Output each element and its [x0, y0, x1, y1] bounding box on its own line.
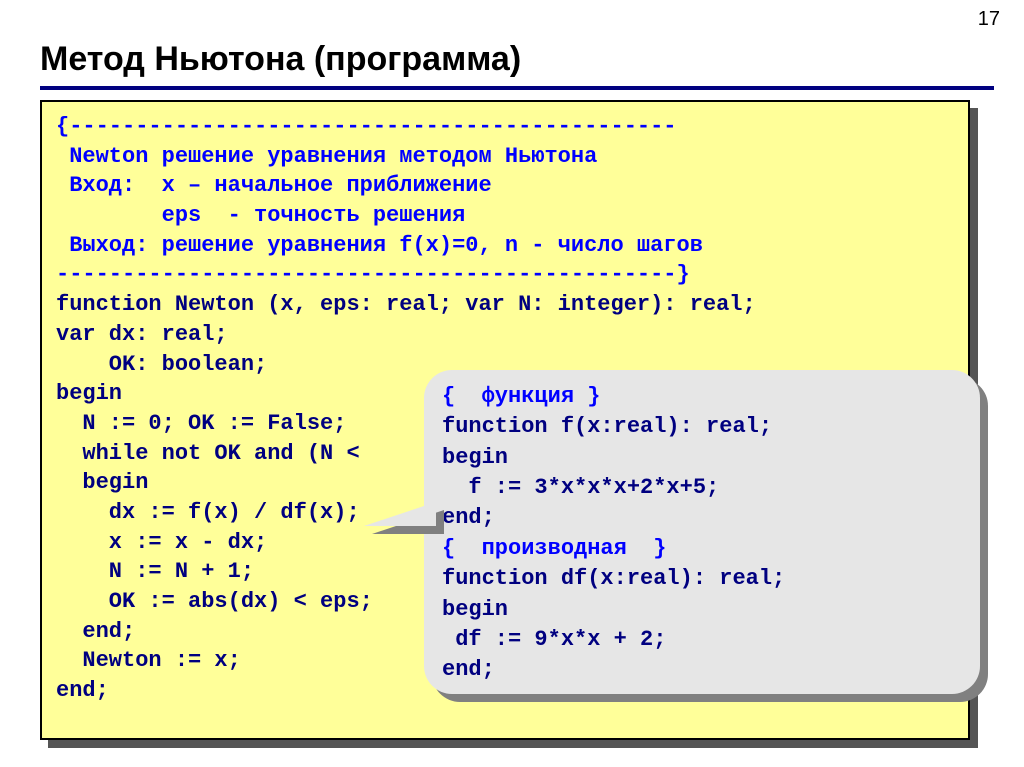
code-line: begin — [56, 470, 148, 495]
callout-line: function df(x:real): real; — [442, 566, 785, 591]
code-line: begin — [56, 381, 122, 406]
code-line: x := x - dx; — [56, 530, 267, 555]
code-line: OK: boolean; — [56, 352, 267, 377]
code-line: Выход: решение уравнения f(x)=0, n - чис… — [56, 233, 703, 258]
code-line: Newton решение уравнения методом Ньютона — [56, 144, 597, 169]
callout-line: function f(x:real): real; — [442, 414, 772, 439]
code-line: var dx: real; — [56, 322, 228, 347]
code-line: while not OK and (N < — [56, 441, 360, 466]
code-line: N := 0; OK := False; — [56, 411, 346, 436]
callout-line: { производная } — [442, 536, 666, 561]
callout-line: df := 9*x*x + 2; — [442, 627, 666, 652]
callout-line: end; — [442, 505, 495, 530]
code-line: {---------------------------------------… — [56, 114, 677, 139]
callout-line: { функция } — [442, 384, 600, 409]
callout-line: end; — [442, 657, 495, 682]
title-underline — [40, 86, 994, 90]
code-line: end; — [56, 678, 109, 703]
code-line: function Newton (x, eps: real; var N: in… — [56, 292, 756, 317]
callout-line: f := 3*x*x*x+2*x+5; — [442, 475, 719, 500]
code-line: Newton := x; — [56, 648, 241, 673]
code-line: OK := abs(dx) < eps; — [56, 589, 373, 614]
code-line: Вход: x – начальное приближение — [56, 173, 492, 198]
code-line: end; — [56, 619, 135, 644]
code-line: dx := f(x) / df(x); — [56, 500, 360, 525]
page-number: 17 — [978, 8, 1000, 31]
code-line: N := N + 1; — [56, 559, 254, 584]
callout-line: begin — [442, 445, 508, 470]
callout-line: begin — [442, 597, 508, 622]
callout-box: { функция } function f(x:real): real; be… — [424, 370, 980, 694]
code-line: ----------------------------------------… — [56, 262, 690, 287]
code-line: eps - точность решения — [56, 203, 465, 228]
callout-tail — [364, 502, 436, 526]
page-title: Метод Ньютона (программа) — [40, 40, 521, 79]
